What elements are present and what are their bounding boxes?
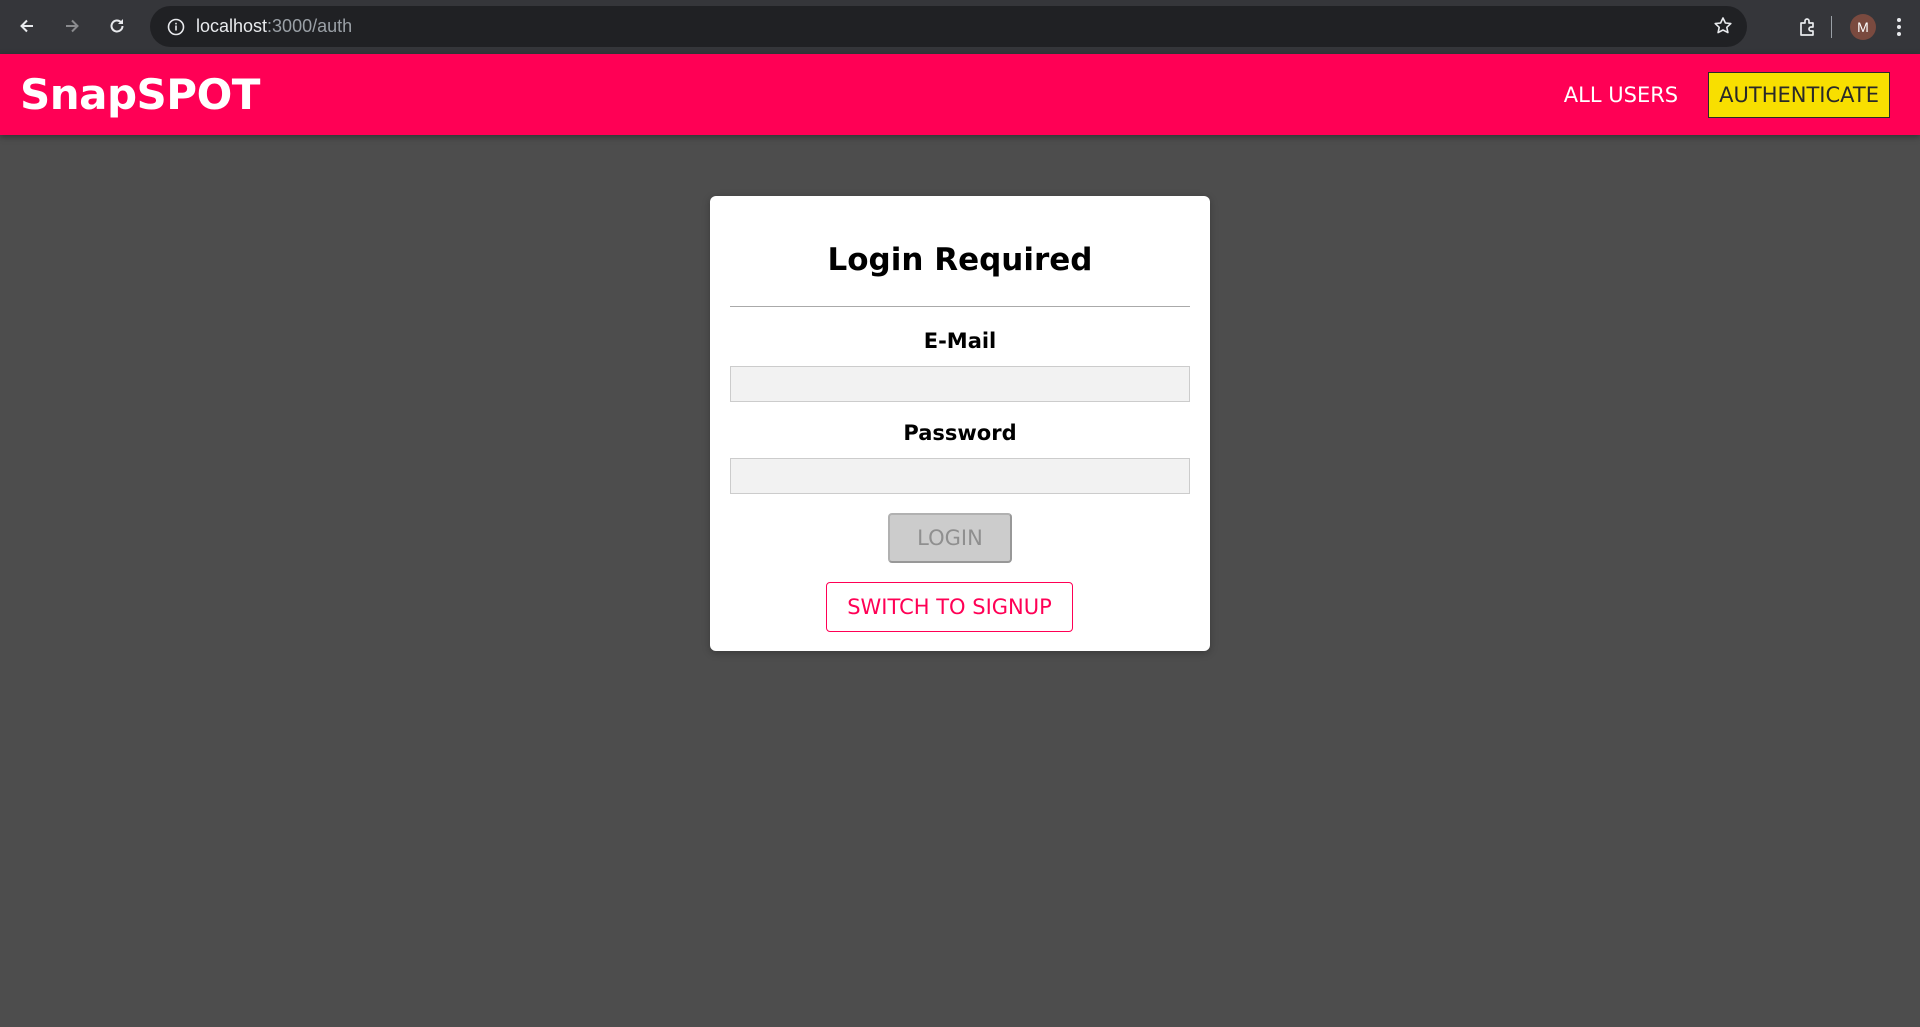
password-field[interactable] (730, 458, 1190, 494)
address-bar[interactable]: localhost:3000/auth (150, 6, 1747, 47)
forward-arrow-icon (66, 19, 79, 33)
switch-to-signup-button[interactable]: SWITCH TO SIGNUP (826, 582, 1073, 632)
main-nav: ALL USERS AUTHENTICATE (1552, 72, 1890, 118)
title-divider (730, 306, 1190, 307)
reload-icon (110, 19, 124, 33)
auth-title: Login Required (827, 242, 1093, 278)
toolbar-separator (1831, 16, 1832, 38)
nav-authenticate[interactable]: AUTHENTICATE (1708, 72, 1890, 118)
auth-card: Login Required E-Mail Password LOGIN SWI… (710, 196, 1210, 651)
main-header: SnapSPOT ALL USERS AUTHENTICATE (0, 54, 1920, 135)
browser-toolbar: localhost:3000/auth M (0, 0, 1920, 54)
login-button[interactable]: LOGIN (888, 513, 1012, 563)
toolbar-right: M (1797, 0, 1920, 54)
profile-avatar[interactable]: M (1850, 14, 1876, 40)
back-arrow-icon (20, 19, 33, 33)
url-text: localhost:3000/auth (196, 16, 352, 37)
password-label: Password (903, 421, 1017, 445)
email-field[interactable] (730, 366, 1190, 402)
site-info-icon[interactable] (156, 18, 196, 36)
reload-button[interactable] (99, 8, 135, 44)
nav-all-users[interactable]: ALL USERS (1552, 72, 1690, 118)
bookmark-star-icon[interactable] (1713, 16, 1733, 41)
app-logo[interactable]: SnapSPOT (20, 70, 260, 119)
email-label: E-Mail (923, 329, 997, 353)
url-host: localhost (196, 16, 268, 36)
back-button[interactable] (9, 8, 45, 44)
more-menu-icon[interactable] (1896, 17, 1902, 37)
extensions-icon[interactable] (1797, 16, 1819, 38)
forward-button[interactable] (54, 8, 90, 44)
url-path: :3000/auth (267, 16, 353, 36)
